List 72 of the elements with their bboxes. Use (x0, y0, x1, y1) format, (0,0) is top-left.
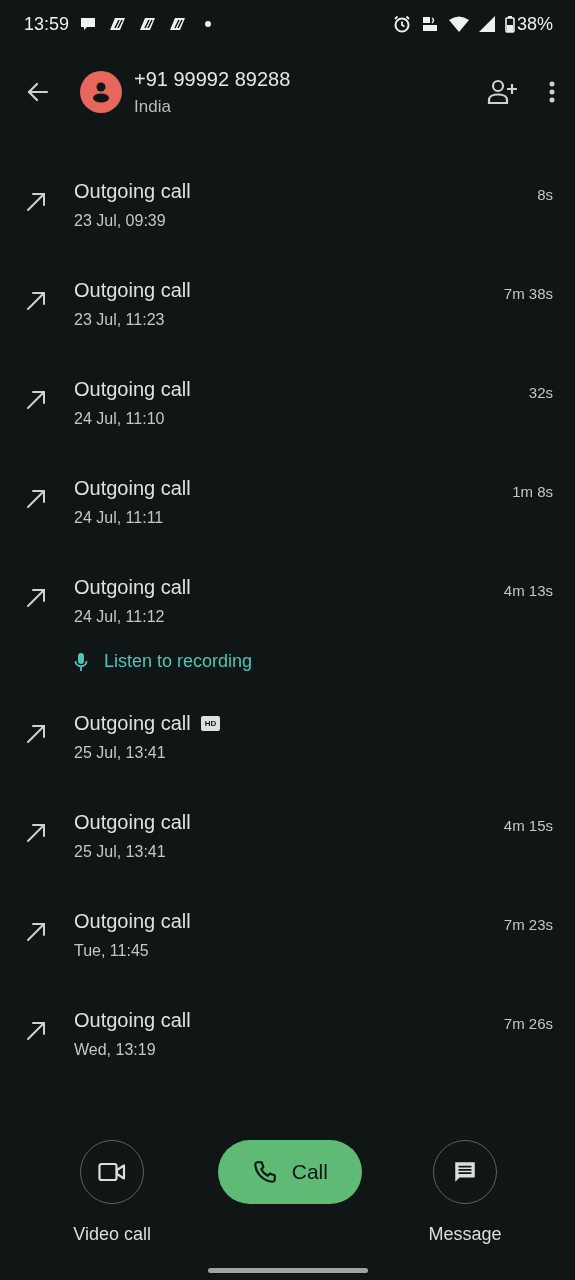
call-type: Outgoing call (74, 477, 191, 500)
outgoing-arrow-icon (24, 722, 48, 746)
call-time: Tue, 11:45 (74, 942, 150, 960)
call-entry[interactable]: Outgoing call 24 Jul, 11:12 Listen to recording 4m 13s (0, 576, 575, 712)
call-type: Outgoing call (74, 378, 191, 401)
call-time: Wed, 13:19 (74, 1041, 157, 1059)
call-button[interactable]: Call (217, 1140, 362, 1204)
video-call-button[interactable] (80, 1140, 145, 1204)
dot-icon (205, 21, 212, 27)
call-time: 25 Jul, 13:41 (74, 843, 167, 861)
call-entry[interactable]: Outgoing call 24 Jul, 11:10 32s (0, 378, 575, 477)
phone-icon (251, 1159, 278, 1185)
call-time: 23 Jul, 11:23 (74, 311, 166, 329)
more-vertical-icon (549, 81, 555, 103)
app-notification-icon (107, 16, 128, 32)
call-type: Outgoing call (74, 279, 191, 302)
outgoing-arrow-icon (24, 487, 48, 511)
call-duration: 32s (528, 384, 553, 401)
home-indicator[interactable] (207, 1267, 368, 1273)
call-entry[interactable]: Outgoing call 24 Jul, 11:11 1m 8s (0, 477, 575, 576)
call-time: 23 Jul, 09:39 (74, 212, 167, 230)
outgoing-arrow-icon (24, 190, 48, 214)
call-type: Outgoing call (74, 712, 191, 735)
signal-icon (478, 16, 495, 32)
outgoing-arrow-icon (24, 388, 48, 412)
call-duration: 1m 8s (512, 483, 553, 500)
add-person-icon (487, 79, 519, 105)
call-entry[interactable]: Outgoing call HD 25 Jul, 13:41 (0, 712, 575, 811)
call-time: 24 Jul, 11:12 (74, 608, 166, 626)
outgoing-arrow-icon (24, 289, 48, 313)
call-time: 25 Jul, 13:41 (74, 744, 167, 762)
app-notification-icon (137, 16, 158, 32)
call-duration: 7m 23s (503, 916, 553, 933)
call-duration: 4m 13s (503, 582, 553, 599)
call-type: Outgoing call (74, 910, 191, 933)
wifi-icon (448, 16, 469, 32)
outgoing-arrow-icon (24, 821, 48, 845)
call-entry[interactable]: Outgoing call 23 Jul, 09:39 8s (0, 180, 575, 279)
microphone-icon (74, 651, 88, 672)
outgoing-arrow-icon (24, 920, 48, 944)
chat-bubble-icon (79, 16, 98, 32)
outgoing-arrow-icon (24, 586, 48, 610)
outgoing-arrow-icon (24, 1019, 48, 1043)
phone-number: +91 99992 89288 (134, 67, 291, 91)
call-time: 24 Jul, 11:11 (74, 509, 165, 527)
call-type: Outgoing call (74, 1009, 191, 1032)
call-type: Outgoing call (74, 576, 191, 599)
call-duration: 7m 38s (503, 285, 553, 302)
volte-icon (420, 15, 439, 33)
clock: 13:59 (24, 13, 70, 35)
app-notification-icon (167, 16, 188, 32)
location: India (134, 96, 172, 117)
video-camera-icon (98, 1162, 127, 1182)
listen-to-recording-link[interactable]: Listen to recording (74, 651, 504, 672)
call-entry[interactable]: Outgoing call 25 Jul, 13:41 4m 15s (0, 811, 575, 910)
back-arrow-icon (26, 80, 50, 104)
call-entry[interactable]: Outgoing call Wed, 13:19 7m 26s (0, 1009, 575, 1108)
alarm-icon (392, 15, 411, 33)
battery-icon (504, 15, 515, 33)
video-call-label: Video call (73, 1224, 152, 1245)
call-time: 24 Jul, 11:10 (74, 410, 166, 428)
call-duration: 4m 15s (503, 817, 553, 834)
battery-percentage: 38% (516, 13, 553, 35)
call-type: Outgoing call (74, 811, 191, 834)
person-icon (90, 81, 112, 103)
call-entry[interactable]: Outgoing call Tue, 11:45 7m 23s (0, 910, 575, 1009)
hd-badge: HD (200, 716, 221, 731)
call-duration: 7m 26s (503, 1015, 553, 1032)
call-entry[interactable]: Outgoing call 23 Jul, 11:23 7m 38s (0, 279, 575, 378)
message-label: Message (428, 1224, 502, 1245)
call-type: Outgoing call (74, 180, 191, 203)
call-duration: 8s (537, 186, 553, 203)
